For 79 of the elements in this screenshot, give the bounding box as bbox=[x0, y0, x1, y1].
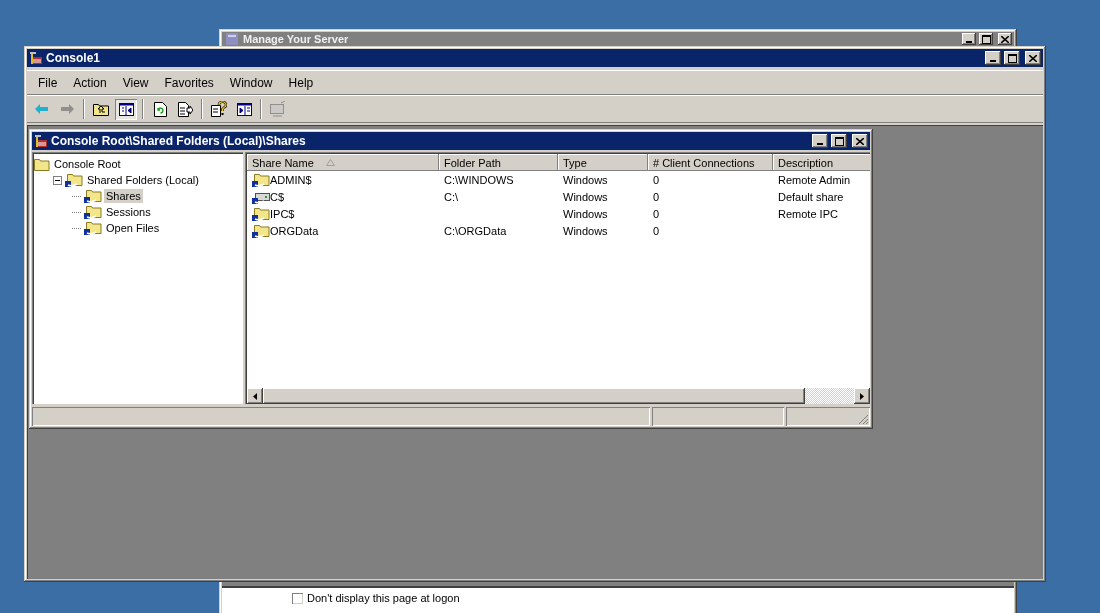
computer-icon bbox=[269, 101, 287, 117]
maximize-button[interactable] bbox=[831, 134, 847, 148]
shared-folder-icon bbox=[252, 206, 270, 221]
right-arrow-icon bbox=[860, 392, 864, 400]
close-icon bbox=[1029, 54, 1037, 62]
close-button[interactable] bbox=[1025, 51, 1041, 65]
menu-item[interactable]: Action bbox=[66, 74, 114, 92]
table-cell: ADMIN$ bbox=[270, 173, 312, 186]
table-cell: Windows bbox=[563, 173, 608, 186]
forward-arrow-icon bbox=[60, 104, 74, 114]
table-cell: Windows bbox=[563, 190, 608, 203]
export-list-icon bbox=[177, 101, 193, 117]
column-header[interactable]: Type bbox=[558, 154, 648, 171]
table-cell: 0 bbox=[653, 173, 660, 186]
table-cell: 0 bbox=[653, 224, 660, 237]
left-arrow-icon bbox=[253, 392, 257, 400]
minimize-button[interactable] bbox=[985, 51, 1001, 65]
tree-item[interactable]: Shared Folders (Local) bbox=[85, 173, 201, 187]
table-cell: C:\ bbox=[444, 190, 459, 203]
server-icon bbox=[224, 32, 240, 46]
window-title: Manage Your Server bbox=[243, 33, 349, 45]
up-folder-icon bbox=[93, 102, 109, 116]
table-cell: Remote Admin bbox=[778, 173, 851, 186]
table-cell: C:\WINDOWS bbox=[444, 173, 514, 186]
folder-icon bbox=[34, 157, 50, 171]
shared-folder-icon bbox=[84, 205, 102, 219]
panes-icon bbox=[118, 102, 134, 116]
tree-item[interactable]: Console Root bbox=[52, 157, 123, 171]
menu-item[interactable]: View bbox=[115, 74, 156, 92]
tree-item[interactable]: Shares bbox=[104, 189, 143, 203]
collapse-icon[interactable] bbox=[53, 175, 62, 185]
help-icon bbox=[211, 101, 227, 117]
scroll-right-button[interactable] bbox=[854, 388, 870, 404]
maximize-icon bbox=[834, 136, 844, 146]
shared-folder-icon bbox=[84, 189, 102, 203]
window-title: Console Root\Shared Folders (Local)\Shares bbox=[51, 134, 306, 148]
tree-item[interactable]: Open Files bbox=[104, 221, 162, 235]
menu-item[interactable]: File bbox=[31, 74, 65, 92]
scroll-left-button[interactable] bbox=[247, 388, 263, 404]
shared-folder-icon bbox=[252, 223, 270, 238]
column-header[interactable]: Description bbox=[773, 154, 870, 171]
table-cell: 0 bbox=[653, 207, 660, 220]
minimize-button[interactable] bbox=[812, 134, 828, 148]
table-cell: Remote IPC bbox=[778, 207, 838, 220]
logon-checkbox[interactable]: Don't display this page at logon bbox=[292, 592, 460, 604]
column-header[interactable]: # Client Connections bbox=[648, 154, 773, 171]
shared-folder-icon bbox=[84, 221, 102, 235]
toolbar-button[interactable] bbox=[208, 98, 230, 120]
table-cell: Windows bbox=[563, 224, 608, 237]
shared-folder-icon bbox=[65, 173, 83, 187]
table-cell: C$ bbox=[270, 190, 285, 203]
table-cell: 0 bbox=[653, 190, 660, 203]
resize-grip-icon[interactable] bbox=[858, 414, 869, 425]
back-arrow-icon bbox=[35, 104, 49, 114]
close-icon bbox=[1001, 35, 1009, 43]
refresh-icon bbox=[153, 101, 167, 117]
window-title: Console1 bbox=[46, 51, 100, 65]
column-header[interactable]: Folder Path bbox=[439, 154, 558, 171]
table-cell: Windows bbox=[563, 207, 608, 220]
action-pane-icon bbox=[236, 102, 252, 116]
table-cell: ORGData bbox=[270, 224, 319, 237]
maximize-icon bbox=[981, 34, 991, 44]
maximize-icon bbox=[1007, 53, 1017, 63]
table-cell: C:\ORGData bbox=[444, 224, 507, 237]
close-button[interactable] bbox=[852, 134, 868, 148]
toolbox-icon bbox=[29, 51, 43, 65]
menu-item[interactable]: Window bbox=[222, 74, 280, 92]
sort-ascending-icon bbox=[325, 159, 335, 166]
column-header[interactable]: Share Name bbox=[247, 154, 439, 171]
table-cell: IPC$ bbox=[270, 207, 295, 220]
toolbox-icon bbox=[34, 134, 48, 148]
toolbar-button[interactable] bbox=[115, 98, 137, 120]
menu-item[interactable]: Favorites bbox=[157, 74, 221, 92]
shared-folder-icon bbox=[252, 172, 270, 187]
tree-item[interactable]: Sessions bbox=[104, 205, 153, 219]
maximize-button[interactable] bbox=[1004, 51, 1020, 65]
menu-item[interactable]: Help bbox=[281, 74, 321, 92]
table-cell: Default share bbox=[778, 190, 844, 203]
close-icon bbox=[856, 137, 864, 145]
